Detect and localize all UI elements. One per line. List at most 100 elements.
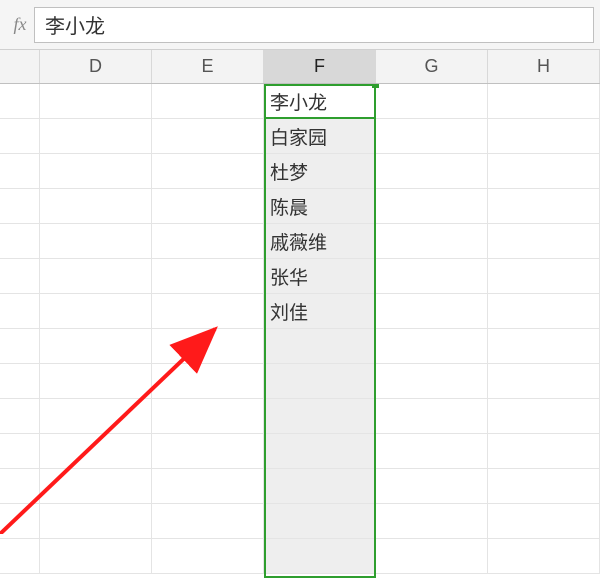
cell[interactable] (40, 539, 152, 574)
table-row (0, 364, 600, 399)
cell[interactable] (264, 504, 376, 539)
col-header-stub[interactable] (0, 50, 40, 83)
cell[interactable] (40, 189, 152, 224)
cell[interactable] (152, 469, 264, 504)
cell[interactable]: 陈晨 (264, 189, 376, 224)
cell[interactable] (376, 294, 488, 329)
cell[interactable] (488, 434, 600, 469)
cell[interactable] (152, 329, 264, 364)
cell[interactable] (40, 84, 152, 119)
cell[interactable] (0, 364, 40, 399)
cell[interactable]: 李小龙 (264, 84, 376, 119)
cell[interactable] (152, 154, 264, 189)
cell[interactable] (40, 154, 152, 189)
cell[interactable] (0, 469, 40, 504)
table-row (0, 434, 600, 469)
cell[interactable] (264, 434, 376, 469)
cell[interactable] (40, 119, 152, 154)
cell[interactable] (488, 364, 600, 399)
table-row: 杜梦 (0, 154, 600, 189)
cell[interactable] (376, 364, 488, 399)
cell[interactable] (488, 119, 600, 154)
cell[interactable] (376, 469, 488, 504)
cell[interactable] (0, 504, 40, 539)
cell[interactable] (0, 434, 40, 469)
cell[interactable]: 戚薇维 (264, 224, 376, 259)
cell[interactable] (488, 469, 600, 504)
cell[interactable] (152, 189, 264, 224)
cell[interactable] (152, 259, 264, 294)
table-row (0, 539, 600, 574)
cell[interactable] (40, 434, 152, 469)
cell[interactable] (0, 399, 40, 434)
cell[interactable] (488, 84, 600, 119)
cell[interactable] (376, 259, 488, 294)
fx-icon[interactable]: fx (6, 14, 34, 35)
cell[interactable] (152, 224, 264, 259)
cell[interactable] (152, 294, 264, 329)
cell[interactable] (264, 469, 376, 504)
cell[interactable] (152, 399, 264, 434)
cell[interactable] (488, 154, 600, 189)
cell[interactable] (488, 189, 600, 224)
cell[interactable] (40, 259, 152, 294)
cell[interactable] (40, 504, 152, 539)
table-row: 刘佳 (0, 294, 600, 329)
cell[interactable] (376, 224, 488, 259)
cell[interactable] (264, 539, 376, 574)
col-header-f[interactable]: F (264, 50, 376, 83)
cell[interactable] (40, 294, 152, 329)
cell[interactable] (376, 329, 488, 364)
cell[interactable] (488, 224, 600, 259)
cell[interactable] (152, 504, 264, 539)
cell[interactable] (152, 364, 264, 399)
cell[interactable] (488, 294, 600, 329)
cell[interactable] (376, 504, 488, 539)
cell[interactable] (152, 539, 264, 574)
cell[interactable] (152, 434, 264, 469)
cell[interactable]: 刘佳 (264, 294, 376, 329)
cell[interactable] (488, 504, 600, 539)
column-headers: D E F G H (0, 50, 600, 84)
cell[interactable] (376, 434, 488, 469)
cell[interactable] (0, 84, 40, 119)
cell[interactable] (0, 154, 40, 189)
cell[interactable] (376, 189, 488, 224)
cell[interactable] (0, 294, 40, 329)
col-header-d[interactable]: D (40, 50, 152, 83)
cell[interactable] (0, 189, 40, 224)
cell[interactable] (264, 364, 376, 399)
col-header-g[interactable]: G (376, 50, 488, 83)
cell[interactable] (40, 364, 152, 399)
cell[interactable] (376, 154, 488, 189)
cell[interactable] (264, 399, 376, 434)
cell[interactable]: 白家园 (264, 119, 376, 154)
cell[interactable] (40, 469, 152, 504)
cell[interactable] (488, 539, 600, 574)
cell[interactable] (376, 119, 488, 154)
cell[interactable] (40, 399, 152, 434)
cell[interactable]: 杜梦 (264, 154, 376, 189)
cell[interactable] (264, 329, 376, 364)
cell[interactable] (376, 399, 488, 434)
cell[interactable]: 张华 (264, 259, 376, 294)
cell[interactable] (152, 84, 264, 119)
cell[interactable] (40, 224, 152, 259)
cell[interactable] (0, 224, 40, 259)
table-row (0, 329, 600, 364)
col-header-h[interactable]: H (488, 50, 600, 83)
cell[interactable] (40, 329, 152, 364)
cell[interactable] (376, 84, 488, 119)
cell[interactable] (488, 329, 600, 364)
cell[interactable] (488, 259, 600, 294)
table-row: 李小龙 (0, 84, 600, 119)
cell[interactable] (0, 539, 40, 574)
cell[interactable] (376, 539, 488, 574)
cell[interactable] (0, 259, 40, 294)
cell[interactable] (152, 119, 264, 154)
cell[interactable] (0, 329, 40, 364)
cell[interactable] (0, 119, 40, 154)
cell[interactable] (488, 399, 600, 434)
formula-input[interactable] (34, 7, 594, 43)
col-header-e[interactable]: E (152, 50, 264, 83)
